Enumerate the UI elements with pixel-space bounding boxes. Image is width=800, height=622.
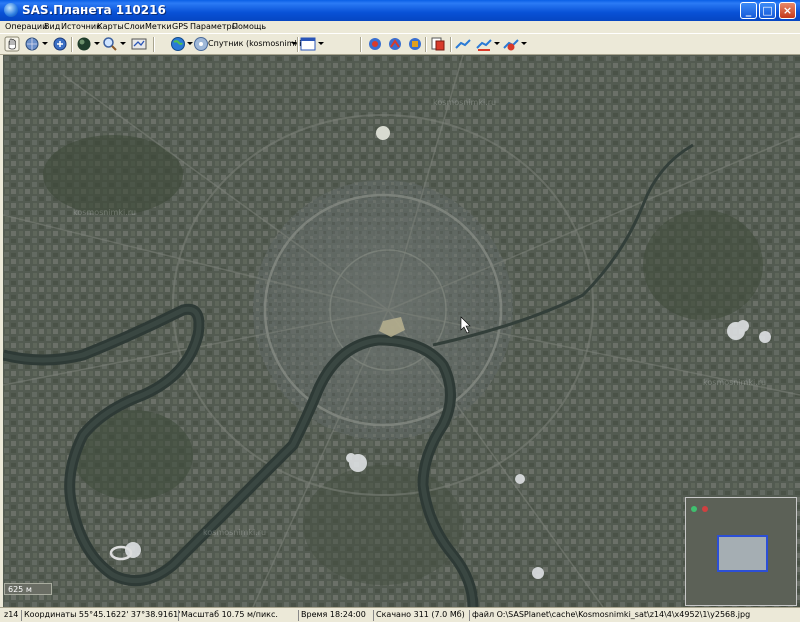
toolbar-separator xyxy=(450,37,452,52)
status-divider xyxy=(298,610,299,621)
status-divider xyxy=(373,610,374,621)
chevron-down-icon[interactable] xyxy=(42,42,48,45)
status-zoom: z14 xyxy=(4,610,19,619)
route-icon[interactable] xyxy=(387,36,403,52)
map-watermark: kosmosnimki.ru xyxy=(433,98,496,107)
menu-gps[interactable]: GPS xyxy=(172,21,188,33)
map-view[interactable]: kosmosnimki.ru kosmosnimki.ru kosmosnimk… xyxy=(3,55,800,607)
zoom-out-icon[interactable] xyxy=(701,506,708,512)
zoom-in-icon[interactable] xyxy=(52,36,68,52)
chevron-down-icon[interactable] xyxy=(521,42,527,45)
menu-operations[interactable]: Операции xyxy=(5,21,47,33)
screen-icon[interactable] xyxy=(131,36,147,52)
zoom-in-icon[interactable] xyxy=(691,506,697,512)
map-watermark: kosmosnimki.ru xyxy=(703,378,766,387)
status-scale: Масштаб 10.75 м/пикс. xyxy=(181,610,278,619)
close-button[interactable]: × xyxy=(779,2,796,19)
chevron-down-icon[interactable] xyxy=(494,42,500,45)
minimize-button[interactable]: _ xyxy=(740,2,757,19)
menu-bar: Операции Вид Источник Карты Слои Метки G… xyxy=(0,21,800,33)
menu-maps[interactable]: Карты xyxy=(97,21,124,33)
mark-icon[interactable] xyxy=(407,36,423,52)
status-divider xyxy=(178,610,179,621)
status-time: Время 18:24:00 xyxy=(301,610,366,619)
calendar-icon[interactable] xyxy=(300,36,316,52)
path-delete-icon[interactable] xyxy=(503,36,519,52)
minimap[interactable] xyxy=(685,497,797,606)
toolbar-separator xyxy=(360,37,362,52)
web-globe-icon[interactable] xyxy=(170,36,186,52)
window-title: SAS.Планета 110216 xyxy=(22,3,166,17)
path-icon[interactable] xyxy=(455,36,471,52)
toolbar: Спутник (kosmosnimki.ru) xyxy=(0,33,800,55)
status-divider xyxy=(469,610,470,621)
minimap-viewport-frame[interactable] xyxy=(717,535,768,572)
status-coordinates: Координаты 55°45.1622' 37°38.9161' xyxy=(24,610,181,619)
magnifier-icon[interactable] xyxy=(102,36,118,52)
path-edit-icon[interactable] xyxy=(476,36,492,52)
status-file-path: файл O:\SASPlanet\cache\Kosmosnimki_sat\… xyxy=(472,610,751,619)
toolbar-separator xyxy=(71,37,73,52)
chevron-down-icon[interactable] xyxy=(120,42,126,45)
satellite-icon[interactable] xyxy=(193,36,209,52)
menu-layers[interactable]: Слои xyxy=(124,21,145,33)
toolbar-separator xyxy=(153,37,155,52)
scale-bar: 625 м xyxy=(4,583,52,595)
menu-help[interactable]: Помощь xyxy=(232,21,266,33)
chevron-down-icon[interactable] xyxy=(94,42,100,45)
title-bar: SAS.Планета 110216 _ □ × xyxy=(0,0,800,21)
satellite-imagery: kosmosnimki.ru kosmosnimki.ru kosmosnimk… xyxy=(3,55,800,607)
map-watermark: kosmosnimki.ru xyxy=(73,208,136,217)
hand-icon[interactable] xyxy=(4,36,20,52)
app-globe-icon[interactable] xyxy=(4,3,18,17)
globe-dropdown-icon[interactable] xyxy=(24,36,40,52)
status-downloaded: Скачано 311 (7.0 Мб) xyxy=(376,610,465,619)
menu-source[interactable]: Источник xyxy=(61,21,101,33)
toolbar-separator xyxy=(297,37,299,52)
menu-marks[interactable]: Метки xyxy=(145,21,172,33)
toolbar-separator xyxy=(425,37,427,52)
menu-view[interactable]: Вид xyxy=(44,21,60,33)
menu-settings[interactable]: Параметры xyxy=(190,21,238,33)
status-bar: z14 Координаты 55°45.1622' 37°38.9161' М… xyxy=(0,607,800,622)
status-divider xyxy=(21,610,22,621)
map-watermark: kosmosnimki.ru xyxy=(203,528,266,537)
sphere-icon[interactable] xyxy=(76,36,92,52)
layers-icon[interactable] xyxy=(430,36,446,52)
chevron-down-icon[interactable] xyxy=(318,42,324,45)
minimap-controls xyxy=(691,502,709,515)
marker-icon[interactable] xyxy=(367,36,383,52)
maximize-button[interactable]: □ xyxy=(759,2,776,19)
